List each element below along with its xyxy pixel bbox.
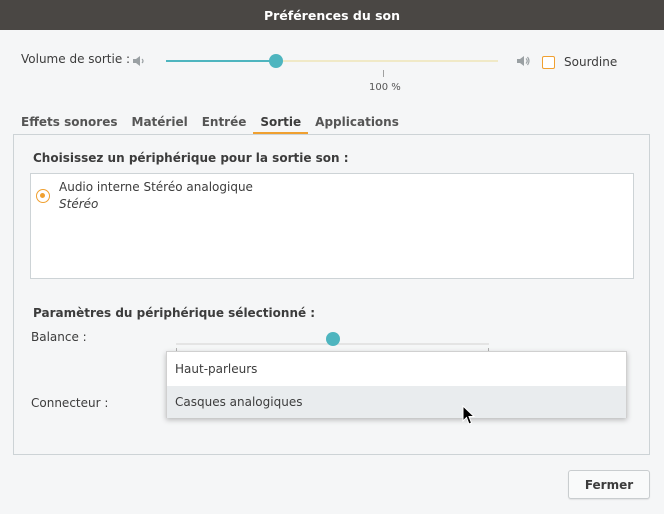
connector-option-casques-analogiques[interactable]: Casques analogiques — [167, 386, 626, 418]
device-params-heading: Paramètres du périphérique sélectionné : — [33, 306, 316, 320]
volume-100-tick — [383, 70, 384, 77]
choose-device-heading: Choisissez un périphérique pour la sorti… — [33, 151, 349, 165]
tab-bar: Effets sonores Matériel Entrée Sortie Ap… — [14, 112, 406, 134]
connector-option-haut-parleurs[interactable]: Haut-parleurs — [167, 353, 626, 385]
window-title: Préférences du son — [0, 0, 664, 30]
speaker-low-icon — [133, 56, 144, 66]
connector-dropdown-menu: Haut-parleurs Casques analogiques — [166, 351, 627, 418]
output-device-list: Audio interne Stéréo analogique Stéréo — [30, 173, 634, 279]
connector-label: Connecteur : — [31, 396, 109, 410]
balance-label: Balance : — [31, 330, 87, 344]
device-name: Audio interne Stéréo analogique — [59, 180, 253, 194]
mute-checkbox[interactable] — [542, 56, 555, 69]
speaker-high-icon — [517, 56, 530, 66]
close-button[interactable]: Fermer — [568, 470, 650, 499]
tab-entree[interactable]: Entrée — [195, 112, 254, 134]
volume-track-fill — [166, 60, 276, 62]
tab-applications[interactable]: Applications — [308, 112, 406, 134]
mouse-cursor-icon — [462, 405, 475, 425]
mute-label[interactable]: Sourdine — [564, 55, 617, 69]
balance-slider-handle[interactable] — [325, 332, 340, 346]
tab-sortie[interactable]: Sortie — [253, 112, 309, 134]
volume-slider-handle[interactable] — [268, 54, 283, 68]
device-radio[interactable] — [36, 189, 50, 203]
output-volume-label: Volume de sortie : — [21, 52, 131, 66]
volume-value-label: 100 % — [369, 82, 401, 93]
tab-materiel[interactable]: Matériel — [125, 112, 195, 134]
device-profile: Stéréo — [59, 197, 99, 211]
tab-effets-sonores[interactable]: Effets sonores — [14, 112, 125, 134]
